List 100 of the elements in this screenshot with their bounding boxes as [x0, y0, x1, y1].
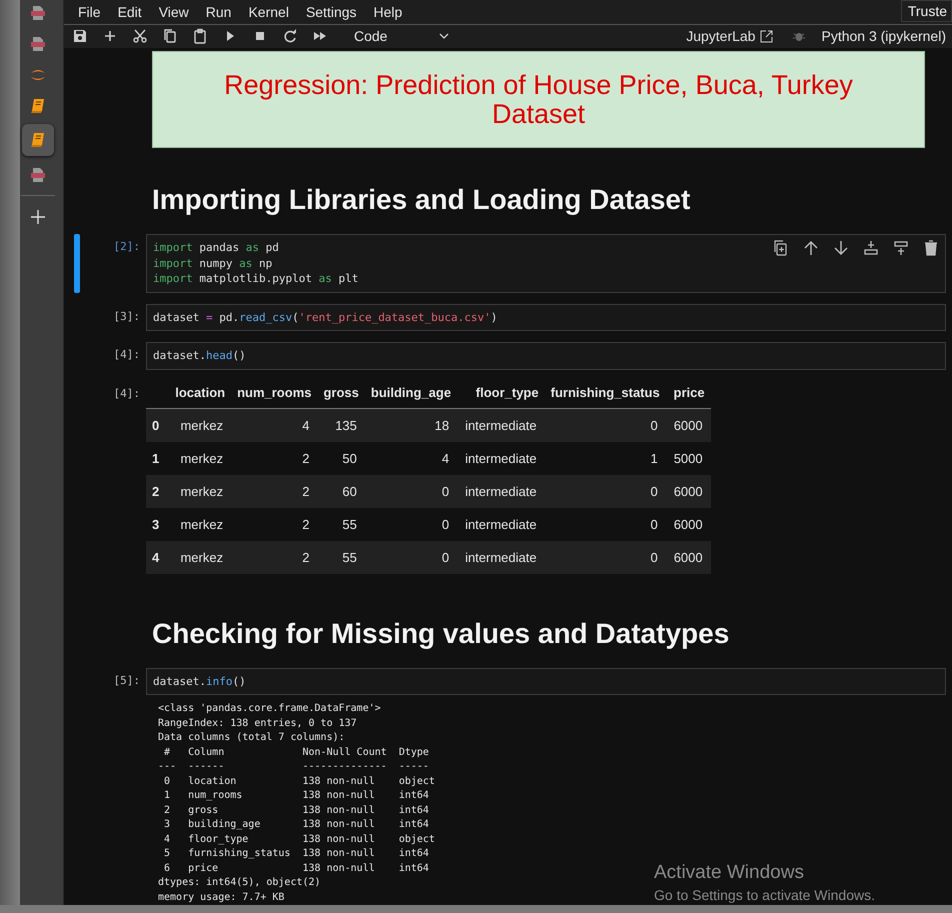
code-line: import matplotlib.pyplot as plt — [153, 271, 358, 286]
code-line: dataset.head() — [153, 348, 246, 364]
execution-count: [2]: — [112, 239, 141, 253]
table-cell: 18 — [364, 408, 458, 442]
output-line: Data columns (total 7 columns): — [158, 731, 346, 745]
plus-icon — [30, 208, 46, 224]
table-cell: merkez — [169, 508, 232, 540]
notebook-title: Regression: Prediction of House Price, Buca, Turkey Dataset — [223, 70, 854, 128]
table-cell: 6000 — [666, 408, 711, 442]
output-line: # Column Non-Null Count Dtype — [163, 746, 430, 760]
table-cell: 2 — [231, 474, 318, 508]
column-header: furnishing_status — [544, 380, 666, 408]
code-cell-editor[interactable]: import pandas as pd import numpy as np import matplotlib.pyplot as plt — [146, 234, 946, 292]
output-line: 2 gross 138 non-null int64 — [163, 804, 430, 818]
table-cell: 0 — [544, 474, 666, 508]
section-heading: Checking for Missing values and Datatypes — [152, 618, 730, 650]
output-line: 4 floor_type 138 non-null object — [163, 832, 435, 846]
pdf-file-icon — [30, 36, 46, 52]
menu-item[interactable]: Help — [366, 4, 412, 20]
kernel-name[interactable]: Python 3 (ipykernel) — [819, 28, 952, 44]
table-cell: 0 — [364, 540, 458, 574]
paste-icon[interactable] — [192, 28, 208, 44]
output-line: 3 building_age 138 non-null int64 — [163, 818, 430, 832]
notebook-icon — [30, 132, 46, 148]
duplicate-icon[interactable] — [773, 240, 789, 256]
code-line: import pandas as pd — [153, 240, 279, 256]
row-index: 3 — [146, 508, 170, 540]
delete-icon[interactable] — [923, 240, 939, 256]
code-cell-editor[interactable]: dataset.head() — [146, 342, 946, 370]
cut-icon[interactable] — [132, 28, 148, 44]
save-icon[interactable] — [72, 28, 88, 44]
table-cell: merkez — [169, 540, 232, 574]
arrow-up-icon[interactable] — [803, 240, 819, 256]
trusted-button[interactable]: Truste — [900, 0, 952, 22]
table-cell: 4 — [231, 408, 318, 442]
table-cell: merkez — [169, 474, 232, 508]
jupyterlab-link[interactable]: JupyterLab — [686, 28, 774, 44]
menu-item[interactable]: Settings — [298, 4, 366, 20]
output-line: 1 num_rooms 138 non-null int64 — [163, 789, 430, 803]
external-link-icon — [760, 30, 774, 43]
row-index: 1 — [146, 442, 170, 474]
output-line: 0 location 138 non-null object — [163, 774, 435, 788]
activation-notice-title: Activate Windows — [654, 862, 805, 884]
column-header: floor_type — [457, 380, 545, 408]
output-line: dtypes: int64(5), object(2) — [158, 876, 322, 890]
output-line: 5 furnishing_status 138 non-null int64 — [163, 847, 430, 861]
code-line: import numpy as np — [153, 256, 272, 271]
table-cell: intermediate — [457, 540, 545, 574]
code-line: dataset = pd.read_csv('rent_price_dataset_buca.csv') — [153, 310, 498, 325]
table-cell: 1 — [544, 442, 666, 474]
output-line: --- ------ -------------- ----- — [158, 760, 430, 774]
pdf-file-icon — [30, 4, 46, 20]
table-cell: 6000 — [666, 540, 711, 574]
code-cell-editor[interactable]: dataset.info() — [146, 668, 946, 695]
menu-item[interactable]: Kernel — [240, 4, 298, 20]
table-cell: 5000 — [666, 442, 711, 474]
table-cell: 0 — [364, 508, 458, 540]
column-header: building_age — [364, 380, 458, 408]
table-cell: 6000 — [666, 474, 711, 508]
output-line: 6 price 138 non-null int64 — [163, 862, 430, 876]
table-cell: 55 — [317, 540, 365, 574]
menu-item[interactable]: Run — [198, 4, 240, 20]
table-cell: 2 — [231, 442, 318, 474]
column-header: gross — [317, 380, 365, 408]
table-cell: intermediate — [457, 408, 545, 442]
table-cell: 2 — [231, 508, 318, 540]
sidebar-tab[interactable] — [22, 124, 54, 156]
menu-item[interactable]: View — [150, 4, 198, 20]
insert-below-icon[interactable] — [863, 240, 879, 256]
table-cell: merkez — [169, 442, 232, 474]
execution-count: [3]: — [112, 308, 141, 322]
table-cell: 50 — [317, 442, 365, 474]
row-index: 0 — [146, 408, 170, 442]
table-cell: 4 — [364, 442, 458, 474]
table-cell: 55 — [317, 508, 365, 540]
pdf-file-icon — [30, 166, 46, 182]
execution-count: [4]: — [112, 347, 141, 361]
insert-above-icon[interactable] — [893, 240, 909, 256]
output-line: <class 'pandas.core.frame.DataFrame'> — [158, 702, 382, 716]
menu-item[interactable]: File — [70, 4, 110, 20]
cell-type-dropdown[interactable]: Code — [342, 28, 458, 44]
table-cell: intermediate — [457, 442, 545, 474]
code-cell-editor[interactable]: dataset = pd.read_csv('rent_price_dataset_buca.csv') — [146, 304, 946, 331]
menu-item[interactable]: Edit — [110, 4, 151, 20]
bug-icon[interactable] — [793, 30, 806, 42]
execution-count: [4]: — [112, 386, 141, 400]
arrow-down-icon[interactable] — [833, 240, 849, 256]
copy-icon[interactable] — [162, 28, 178, 44]
column-header: price — [666, 380, 711, 408]
activation-notice-text: Go to Settings to activate Windows. — [654, 887, 875, 903]
notebook-icon — [30, 98, 46, 114]
restart-icon[interactable] — [282, 28, 298, 44]
table-cell: 135 — [317, 408, 365, 442]
output-line: RangeIndex: 138 entries, 0 to 137 — [158, 716, 358, 730]
code-line: dataset.info() — [153, 674, 246, 689]
table-cell: 0 — [544, 540, 666, 574]
table-cell: 60 — [317, 474, 365, 508]
section-heading: Importing Libraries and Loading Dataset — [152, 184, 690, 216]
table-cell: intermediate — [457, 474, 545, 508]
table-cell: 0 — [364, 474, 458, 508]
